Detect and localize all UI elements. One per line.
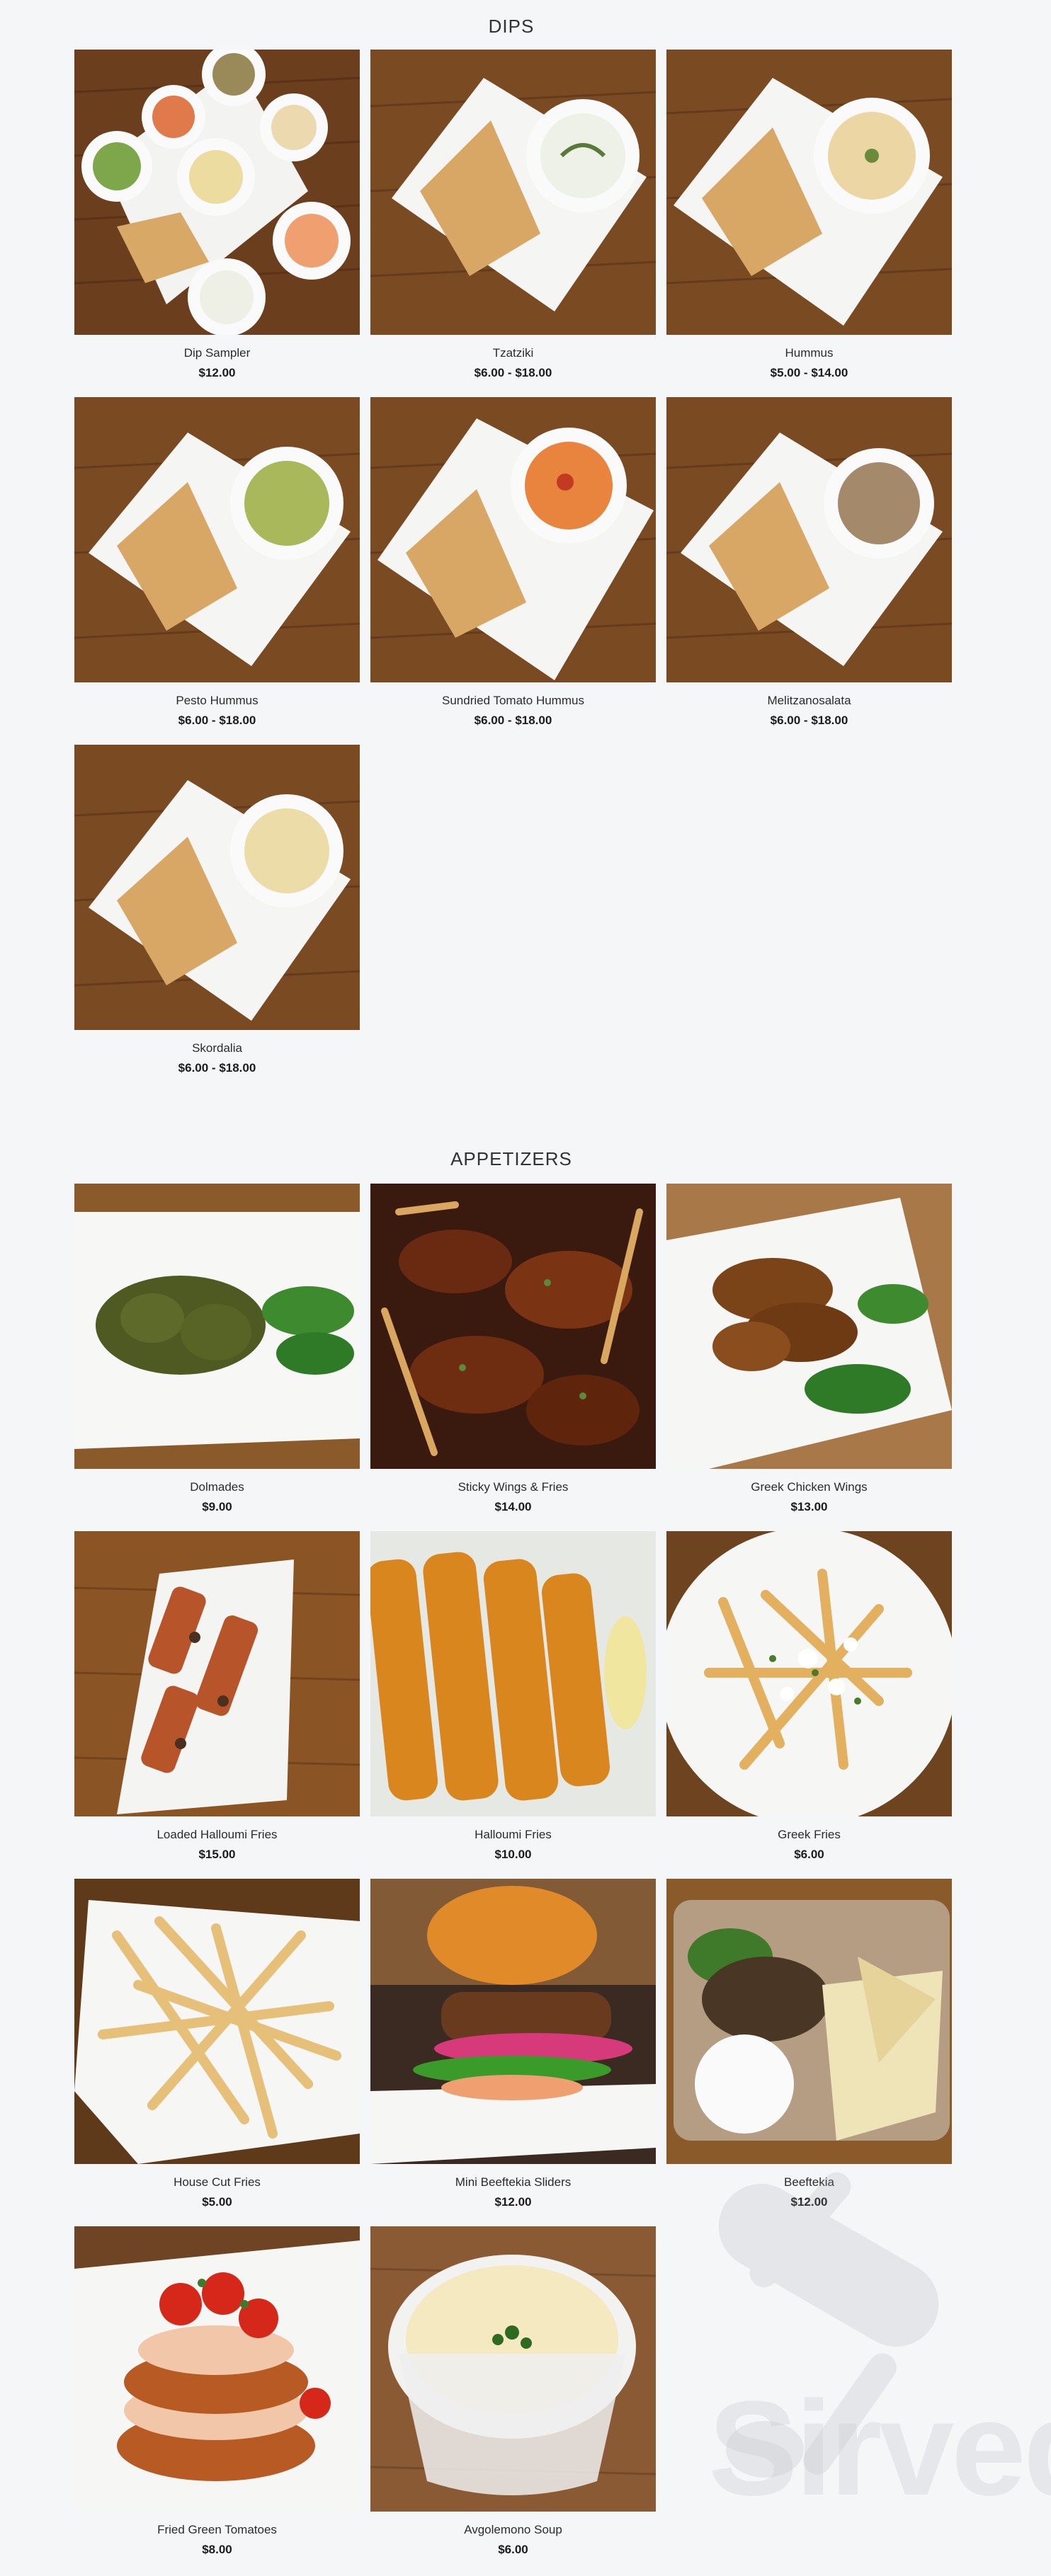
watermark-text: Sirved	[708, 2374, 1051, 2524]
item-price: $6.00 - $18.00	[474, 366, 552, 379]
menu-item[interactable]: Beeftekia $12.00	[666, 1879, 952, 2209]
menu-item[interactable]: Sundried Tomato Hummus $6.00 - $18.00	[370, 397, 656, 728]
hummus-photo[interactable]	[666, 50, 952, 335]
menu-item[interactable]: Fried Green Tomatoes $8.00	[74, 2226, 360, 2557]
item-price: $12.00	[790, 2195, 828, 2209]
mini-beeftekia-sliders-photo[interactable]	[370, 1879, 656, 2164]
item-price: $14.00	[494, 1500, 532, 1513]
swiss-knife-icon	[718, 2172, 939, 2478]
menu-item[interactable]: Loaded Halloumi Fries $15.00	[74, 1531, 360, 1862]
tzatziki-photo[interactable]	[370, 50, 656, 335]
item-name: Sundried Tomato Hummus	[442, 694, 584, 707]
dip-sampler-photo[interactable]	[74, 50, 360, 335]
beeftekia-photo[interactable]	[666, 1879, 952, 2164]
item-name: Greek Fries	[778, 1828, 841, 1841]
menu-item[interactable]: Greek Fries $6.00	[666, 1531, 952, 1862]
item-name: Melitzanosalata	[767, 694, 851, 707]
item-name: Sticky Wings & Fries	[458, 1480, 569, 1494]
item-price: $12.00	[198, 366, 236, 379]
item-price: $5.00	[202, 2195, 232, 2209]
item-price: $6.00	[498, 2543, 528, 2556]
house-cut-fries-photo[interactable]	[74, 1879, 360, 2164]
item-name: Avgolemono Soup	[464, 2523, 562, 2536]
item-price: $13.00	[790, 1500, 828, 1513]
item-name: Greek Chicken Wings	[751, 1480, 868, 1494]
menu-item[interactable]: Pesto Hummus $6.00 - $18.00	[74, 397, 360, 728]
menu-item[interactable]: Skordalia $6.00 - $18.00	[74, 745, 360, 1075]
item-price: $10.00	[494, 1848, 532, 1861]
menu-item[interactable]: Tzatziki $6.00 - $18.00	[370, 50, 656, 380]
item-name: Dip Sampler	[183, 346, 251, 360]
fried-green-tomatoes-photo[interactable]	[74, 2226, 360, 2512]
pesto-hummus-photo[interactable]	[74, 397, 360, 682]
menu-item[interactable]: Dolmades $9.00	[74, 1184, 360, 1514]
menu-item[interactable]: Greek Chicken Wings $13.00	[666, 1184, 952, 1514]
item-price: $6.00 - $18.00	[178, 1061, 256, 1075]
item-name: Dolmades	[190, 1480, 244, 1494]
menu-item[interactable]: Hummus $5.00 - $14.00	[666, 50, 952, 380]
item-price: $9.00	[202, 1500, 232, 1513]
menu-item[interactable]: Melitzanosalata $6.00 - $18.00	[666, 397, 952, 728]
item-name: Skordalia	[192, 1041, 242, 1055]
item-price: $15.00	[198, 1848, 236, 1861]
item-name: Fried Green Tomatoes	[157, 2523, 277, 2536]
sundried-tomato-hummus-photo[interactable]	[370, 397, 656, 682]
melitzanosalata-photo[interactable]	[666, 397, 952, 682]
item-name: Pesto Hummus	[176, 694, 259, 707]
menu-item[interactable]: Sticky Wings & Fries $14.00	[370, 1184, 656, 1514]
item-price: $12.00	[494, 2195, 532, 2209]
item-price: $6.00	[794, 1848, 824, 1861]
item-name: Mini Beeftekia Sliders	[455, 2175, 572, 2189]
halloumi-fries-photo[interactable]	[370, 1531, 656, 1816]
section-title-dips: DIPS	[488, 16, 535, 37]
item-price: $8.00	[202, 2543, 232, 2556]
item-price: $5.00 - $14.00	[770, 366, 848, 379]
menu-page: DIPS Dip Sampler $12.00 Tzatziki $6.00 -…	[0, 0, 1051, 2576]
loaded-halloumi-fries-photo[interactable]	[74, 1531, 360, 1816]
avgolemono-soup-photo[interactable]	[370, 2226, 656, 2512]
greek-fries-photo[interactable]	[666, 1531, 952, 1816]
item-name: Loaded Halloumi Fries	[157, 1828, 278, 1841]
menu-item[interactable]: Dip Sampler $12.00	[74, 50, 360, 380]
section-title-appetizers: APPETIZERS	[450, 1148, 572, 1169]
skordalia-photo[interactable]	[74, 745, 360, 1030]
item-name: House Cut Fries	[174, 2175, 261, 2189]
item-name: Hummus	[785, 346, 834, 360]
sticky-wings-fries-photo[interactable]	[370, 1184, 656, 1469]
item-name: Halloumi Fries	[475, 1828, 552, 1841]
menu-item[interactable]: Halloumi Fries $10.00	[370, 1531, 656, 1862]
dolmades-photo[interactable]	[74, 1184, 360, 1469]
item-price: $6.00 - $18.00	[770, 714, 848, 727]
menu-item[interactable]: Avgolemono Soup $6.00	[370, 2226, 656, 2557]
menu-item[interactable]: Mini Beeftekia Sliders $12.00	[370, 1879, 656, 2209]
menu-item[interactable]: House Cut Fries $5.00	[74, 1879, 360, 2209]
item-name: Beeftekia	[784, 2175, 834, 2189]
item-name: Tzatziki	[492, 346, 534, 360]
item-price: $6.00 - $18.00	[474, 714, 552, 727]
item-price: $6.00 - $18.00	[178, 714, 256, 727]
greek-chicken-wings-photo[interactable]	[666, 1184, 952, 1469]
